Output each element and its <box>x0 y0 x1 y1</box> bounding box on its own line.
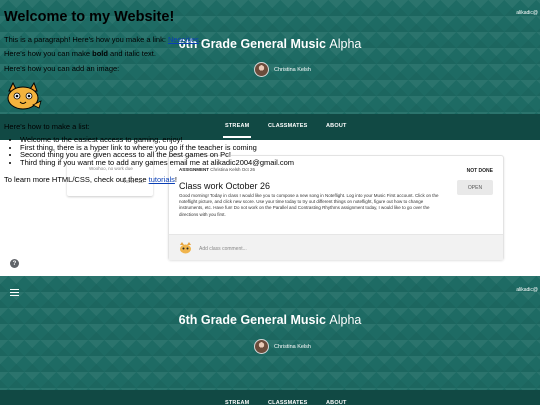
status-badge: NOT DONE <box>466 168 493 174</box>
assignment-card[interactable]: ASSIGNMENT Christina Kelsh Oct 26 NOT DO… <box>168 155 504 260</box>
help-icon[interactable]: ? <box>10 259 19 268</box>
feature-list: Welcome to the easiest access to gaming,… <box>12 136 294 166</box>
teacher-name-repeat: Christina Kelsh <box>274 343 311 350</box>
course-name-repeat: 6th Grade General Music <box>178 313 326 327</box>
user-email[interactable]: alikadic@ <box>516 10 538 16</box>
assignment-label: ASSIGNMENT <box>179 167 210 172</box>
tutorials-line: To learn more HTML/CSS, check out these … <box>4 175 177 184</box>
list-item: Third thing if you want me to add any ga… <box>20 158 294 167</box>
paragraph-bold: Here's how you can make bold and italic … <box>4 49 156 58</box>
tab-bar-repeat: STREAM CLASSMATES ABOUT <box>0 390 540 405</box>
menu-icon[interactable] <box>10 289 19 296</box>
course-section: Alpha <box>329 37 362 51</box>
tab-stream[interactable]: STREAM <box>222 123 252 138</box>
tab-about[interactable]: ABOUT <box>326 123 347 129</box>
assignment-meta: ASSIGNMENT Christina Kelsh Oct 26 <box>179 167 255 172</box>
list-heading: Here's how to make a list: <box>4 122 90 131</box>
assignment-title[interactable]: Class work October 26 <box>179 181 270 191</box>
paragraph-link-end: . <box>198 35 201 44</box>
teacher-avatar <box>254 62 269 77</box>
paragraph-bold-prefix: Here's how you can make <box>4 49 93 58</box>
tab-about-repeat[interactable]: ABOUT <box>326 400 347 405</box>
tab-classmates-repeat[interactable]: CLASSMATES <box>268 400 307 405</box>
paragraph-image: Here's how you can add an image: <box>4 64 120 73</box>
paragraph-link-text: This is a paragraph! Here's how you make… <box>4 35 169 44</box>
course-banner-repeat: alikadic@ 6th Grade General Music Alpha … <box>0 276 540 390</box>
course-title-repeat[interactable]: 6th Grade General Music Alpha <box>0 313 540 327</box>
bold-word: bold <box>92 49 108 58</box>
neocities-link[interactable]: Neocities <box>168 35 199 44</box>
teacher-info: Christina Kelsh <box>254 62 311 77</box>
course-section-repeat: Alpha <box>329 313 362 327</box>
tutorials-link[interactable]: tutorials <box>149 175 175 184</box>
teacher-avatar-repeat <box>254 339 269 354</box>
site-title: Welcome to my Website! <box>4 9 175 25</box>
tutorials-suffix: ! <box>174 175 178 184</box>
assignment-description: Good morning! Today in class I would lik… <box>179 193 439 217</box>
paragraph-link: This is a paragraph! Here's how you make… <box>4 35 201 44</box>
tab-stream-repeat[interactable]: STREAM <box>225 400 249 405</box>
tutorials-prefix: To learn more HTML/CSS, check out these <box>4 175 149 184</box>
teacher-info-repeat: Christina Kelsh <box>254 339 311 354</box>
user-email-repeat[interactable]: alikadic@ <box>516 287 538 293</box>
cat-logo-icon <box>7 81 42 110</box>
open-button[interactable]: OPEN <box>457 180 493 195</box>
cat-avatar-icon <box>180 242 191 254</box>
teacher-name: Christina Kelsh <box>274 66 311 73</box>
paragraph-bold-suffix: and italic text. <box>107 49 156 58</box>
tab-classmates[interactable]: CLASSMATES <box>268 123 307 129</box>
comment-input[interactable]: Add class comment... <box>199 246 247 252</box>
upcoming-empty-text: Woohoo, no work due <box>89 166 133 171</box>
assignment-author-date: Christina Kelsh Oct 26 <box>210 167 256 172</box>
comment-row[interactable]: Add class comment... <box>169 234 503 260</box>
